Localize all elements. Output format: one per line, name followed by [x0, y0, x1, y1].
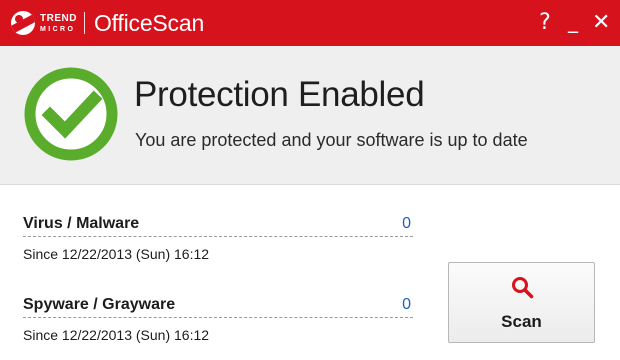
officescan-window: TREND MICRO OfficeScan ? _ ✕ Protection …: [0, 0, 620, 360]
spyware-grayware-label: Spyware / Grayware: [23, 296, 176, 313]
window-controls: ? _ ✕: [536, 0, 610, 46]
close-button[interactable]: ✕: [592, 12, 610, 34]
checkmark-circle-icon: [24, 67, 118, 161]
spyware-grayware-since: Since 12/22/2013 (Sun) 16:12: [23, 327, 210, 343]
virus-malware-label: Virus / Malware: [23, 215, 140, 232]
status-subtitle: You are protected and your software is u…: [135, 130, 528, 150]
app-title: OfficeScan: [93, 9, 205, 36]
scan-button[interactable]: Scan: [448, 262, 595, 343]
trend-micro-ball-icon: [11, 11, 35, 35]
minimize-button[interactable]: _: [564, 11, 582, 31]
title-divider: [83, 12, 85, 34]
scan-button-label: Scan: [501, 312, 542, 331]
search-icon: [512, 277, 534, 299]
protection-status-banner: Protection Enabled You are protected and…: [0, 46, 620, 185]
trend-micro-logo: TREND MICRO: [11, 0, 77, 46]
spyware-grayware-count-link[interactable]: 0: [402, 296, 411, 314]
help-button[interactable]: ?: [536, 12, 554, 34]
virus-malware-row: Virus / Malware 0 Since 12/22/2013 (Sun)…: [23, 213, 413, 262]
title-bar: TREND MICRO OfficeScan ? _ ✕: [0, 0, 620, 46]
status-title: Protection Enabled: [134, 75, 425, 114]
brand-line-2: MICRO: [40, 25, 76, 33]
brand-line-1: TREND: [40, 12, 77, 24]
spyware-grayware-row: Spyware / Grayware 0 Since 12/22/2013 (S…: [23, 294, 413, 343]
virus-malware-since: Since 12/22/2013 (Sun) 16:12: [23, 246, 210, 262]
virus-malware-count-link[interactable]: 0: [402, 215, 411, 233]
